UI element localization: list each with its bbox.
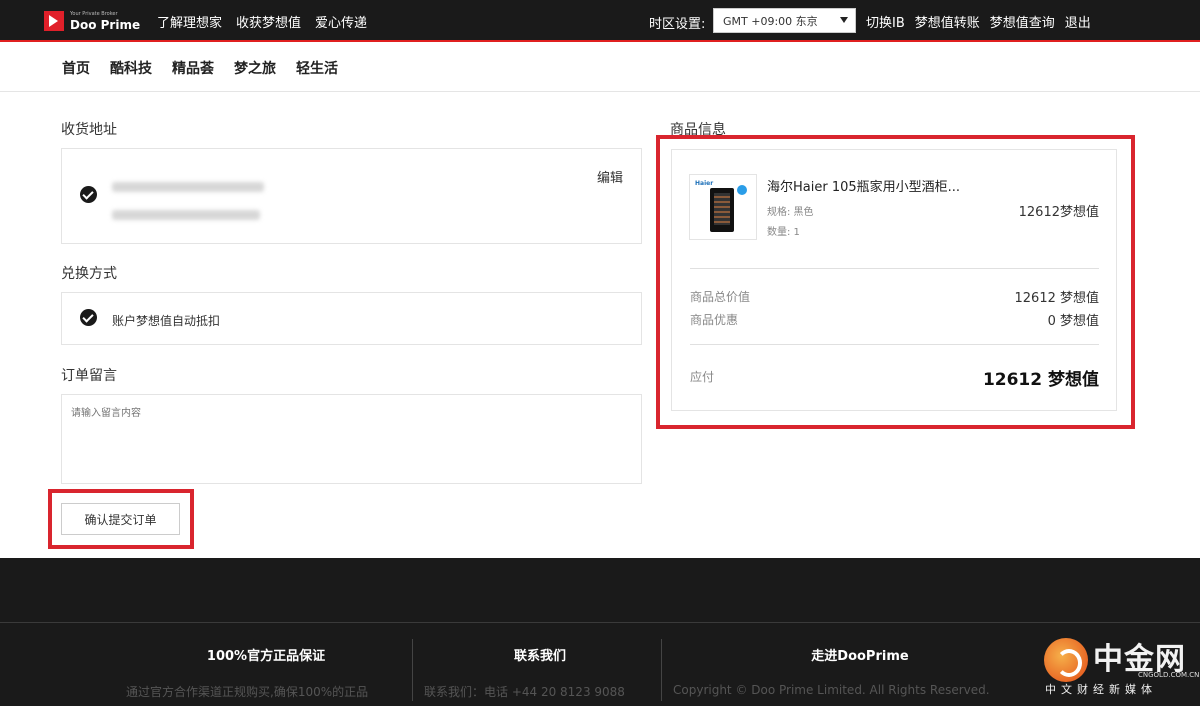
cngold-watermark: 中金网 CNGOLD.COM.CN 中文财经新媒体: [1041, 633, 1199, 697]
timezone-label: 时区设置:: [649, 17, 706, 32]
check-circle-icon: [80, 309, 97, 326]
payable-label: 应付: [690, 370, 715, 384]
address-title: 收货地址: [61, 122, 117, 138]
divider: [690, 344, 1099, 345]
product-price: 12612梦想值: [1018, 205, 1099, 220]
payable-amount: 12612 梦想值: [982, 370, 1099, 390]
cat-boutique[interactable]: 精品荟: [172, 58, 214, 78]
total-value-amount: 12612 梦想值: [1014, 291, 1100, 306]
discount-amount: 0 梦想值: [1047, 314, 1099, 329]
product-spec: 规格: 黑色: [767, 207, 814, 218]
check-circle-icon: [80, 186, 97, 203]
cngold-logo-icon: [1044, 638, 1088, 682]
watermark-url: CNGOLD.COM.CN: [1138, 671, 1200, 679]
message-title: 订单留言: [61, 368, 117, 384]
exchange-title: 兑换方式: [61, 266, 117, 282]
submit-order-button[interactable]: 确认提交订单: [61, 503, 180, 535]
nav-points-query[interactable]: 梦想值查询: [990, 12, 1055, 31]
total-value-label: 商品总价值: [690, 290, 751, 304]
nav-earn-points[interactable]: 收获梦想值: [236, 12, 301, 31]
category-nav: 首页 酷科技 精品荟 梦之旅 轻生活: [0, 44, 1200, 92]
nav-about[interactable]: 了解理想家: [157, 12, 222, 31]
discount-label: 商品优惠: [690, 313, 739, 327]
footer-separator: [0, 622, 1200, 623]
address-line-2-redacted: [112, 210, 260, 220]
footer-copyright-text: Copyright © Doo Prime Limited. All Right…: [673, 683, 990, 697]
footer-divider: [661, 639, 662, 701]
address-line-1-redacted: [112, 182, 264, 192]
nav-points-transfer[interactable]: 梦想值转账: [915, 12, 980, 31]
top-bar: Your Private Broker Doo Prime 了解理想家 收获梦想…: [0, 0, 1200, 42]
logo-tagline: Your Private Broker: [70, 10, 118, 17]
product-name[interactable]: 海尔Haier 105瓶家用小型酒柜...: [767, 176, 960, 195]
footer-contact-title[interactable]: 联系我们: [440, 645, 640, 664]
watermark-slogan: 中文财经新媒体: [1045, 683, 1157, 696]
exchange-method-text: 账户梦想值自动抵扣: [112, 314, 221, 328]
cat-home[interactable]: 首页: [62, 58, 90, 78]
product-quantity: 数量: 1: [767, 227, 800, 238]
cat-travel[interactable]: 梦之旅: [234, 58, 276, 78]
address-card[interactable]: [61, 148, 642, 244]
play-logo-icon: [44, 11, 64, 31]
divider: [690, 268, 1099, 269]
badge-icon: [737, 185, 747, 195]
thumbnail-brand: Haier: [695, 180, 714, 187]
product-thumbnail[interactable]: Haier: [689, 174, 757, 240]
timezone-value: GMT +09:00 东京: [723, 14, 818, 28]
footer-contact-text: 联系我们：电话 +44 20 8123 9088: [424, 685, 625, 699]
cat-lifestyle[interactable]: 轻生活: [296, 58, 338, 78]
edit-address-link[interactable]: 编辑: [597, 167, 623, 186]
logo-name: Doo Prime: [70, 17, 141, 32]
footer-guarantee-text: 通过官方合作渠道正规购买,确保100%的正品: [126, 685, 369, 699]
nav-logout[interactable]: 退出: [1065, 12, 1091, 31]
footer-guarantee-title: 100%官方正品保证: [206, 649, 326, 664]
order-message-input[interactable]: [61, 394, 642, 484]
doo-prime-logo[interactable]: Your Private Broker Doo Prime: [44, 9, 140, 33]
timezone-select[interactable]: GMT +09:00 东京: [713, 8, 856, 33]
caret-down-icon: [840, 17, 848, 23]
footer-divider: [412, 639, 413, 701]
nav-charity[interactable]: 爱心传递: [315, 12, 367, 31]
top-nav-right: 切换IB 梦想值转账 梦想值查询 退出: [866, 0, 1091, 42]
cat-tech[interactable]: 酷科技: [110, 58, 152, 78]
wine-cabinet-icon: [710, 188, 734, 232]
nav-switch-ib[interactable]: 切换IB: [866, 12, 905, 31]
top-nav-left: 了解理想家 收获梦想值 爱心传递: [157, 0, 367, 42]
footer-about-title[interactable]: 走进DooPrime: [760, 645, 960, 664]
